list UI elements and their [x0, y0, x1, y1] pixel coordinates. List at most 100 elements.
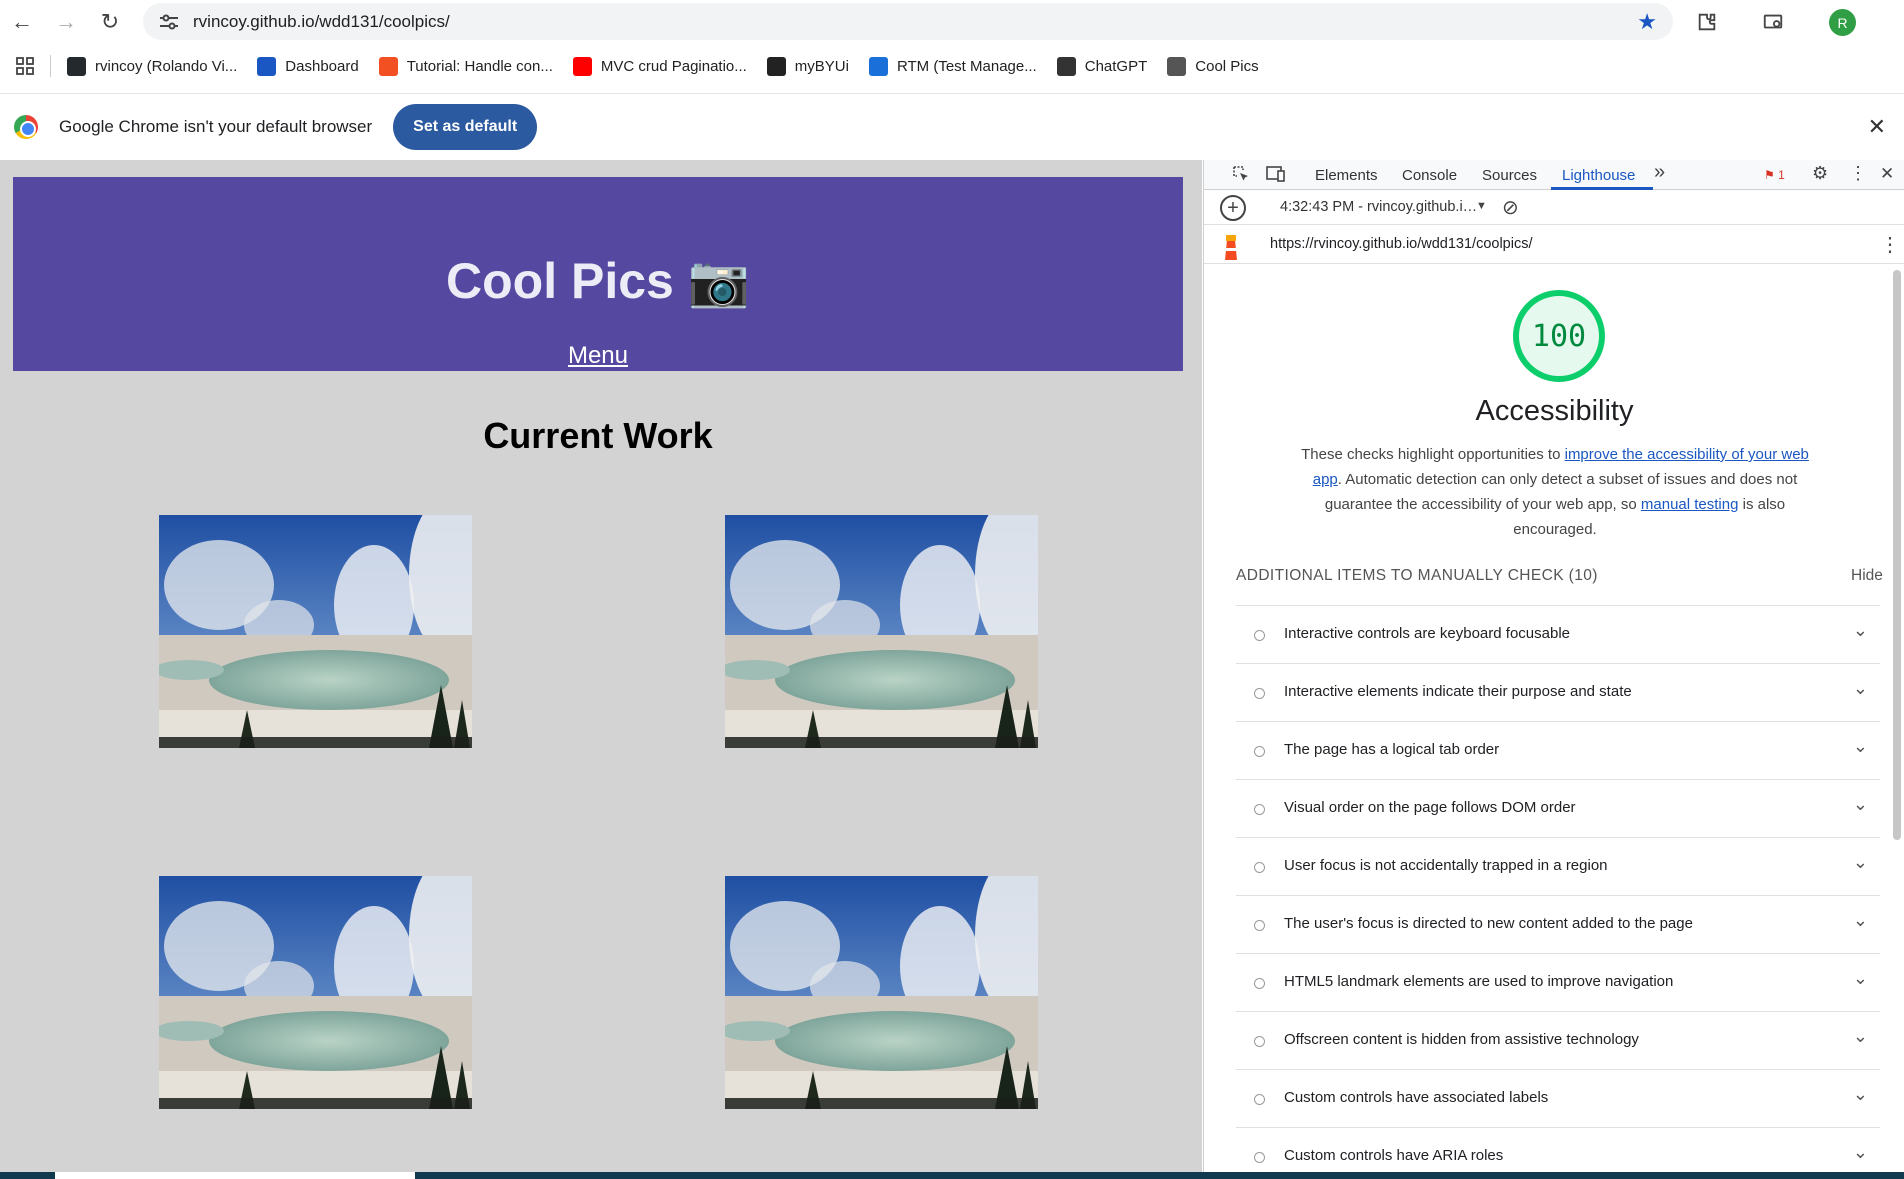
audit-status-icon [1254, 978, 1265, 989]
menu-link[interactable]: Menu [13, 342, 1183, 370]
gallery-image[interactable] [159, 515, 472, 748]
bookmark-item[interactable]: rvincoy (Rolando Vi... [67, 56, 237, 76]
byu-icon [766, 56, 786, 76]
reload-button[interactable]: ↻ [88, 0, 132, 43]
bookmark-item[interactable]: Cool Pics [1167, 56, 1259, 76]
audit-status-icon [1254, 746, 1265, 757]
site-title: Cool Pics 📷 [446, 253, 750, 309]
manual-testing-link[interactable]: manual testing [1641, 496, 1739, 513]
tab-sources[interactable]: Sources [1482, 167, 1537, 184]
close-devtools-icon[interactable]: ✕ [1880, 164, 1894, 184]
score-value: 100 [1531, 318, 1587, 354]
chevron-down-icon[interactable]: ⌄ [1853, 794, 1868, 815]
chevron-down-icon[interactable]: ⌄ [1853, 968, 1868, 989]
tab-elements[interactable]: Elements [1315, 167, 1378, 184]
gallery-image[interactable] [725, 515, 1038, 748]
chevron-down-icon[interactable]: ⌄ [1853, 678, 1868, 699]
chrome-logo-icon [14, 114, 38, 139]
chevron-down-icon[interactable]: ⌄ [1853, 1084, 1868, 1105]
audit-status-icon [1254, 630, 1265, 641]
devtools-scrollbar[interactable] [1893, 270, 1901, 840]
devtools-panel: Elements Console Sources Lighthouse » ⚑ … [1203, 160, 1904, 1172]
bookmark-item[interactable]: MVC crud Paginatio... [572, 56, 747, 76]
profile-avatar[interactable]: R [1829, 9, 1856, 36]
bookmark-label: Dashboard [285, 57, 359, 75]
audit-title: Offscreen content is hidden from assisti… [1284, 1031, 1639, 1048]
hide-toggle[interactable]: Hide [1851, 567, 1883, 585]
back-button[interactable]: ← [0, 0, 44, 43]
audit-status-icon [1254, 1152, 1265, 1163]
audit-status-icon [1254, 804, 1265, 815]
settings-gear-icon[interactable]: ⚙ [1812, 163, 1828, 184]
gallery-image[interactable] [725, 876, 1038, 1109]
bookmark-item[interactable]: Dashboard [257, 56, 359, 76]
geyser-landscape-image [159, 515, 472, 748]
issues-badge[interactable]: ⚑ 1 [1764, 168, 1785, 182]
report-menu-icon[interactable]: ⋮ [1880, 232, 1900, 257]
audit-title: Custom controls have ARIA roles [1284, 1147, 1504, 1164]
audit-title: Interactive controls are keyboard focusa… [1284, 625, 1570, 642]
bookmark-item[interactable]: RTM (Test Manage... [868, 56, 1037, 76]
infobar-message: Google Chrome isn't your default browser [59, 116, 373, 136]
site-settings-icon[interactable] [157, 10, 181, 34]
set-as-default-button[interactable]: Set as default [393, 103, 538, 150]
audit-item[interactable]: HTML5 landmark elements are used to impr… [1236, 953, 1880, 1011]
youtube-icon [572, 56, 592, 76]
geyser-landscape-image [725, 515, 1038, 748]
more-tabs-icon[interactable]: » [1654, 161, 1665, 184]
audit-item[interactable]: Interactive elements indicate their purp… [1236, 663, 1880, 721]
audit-item[interactable]: Offscreen content is hidden from assisti… [1236, 1011, 1880, 1069]
cast-screen-icon[interactable] [1760, 9, 1786, 35]
chevron-down-icon[interactable]: ⌄ [1853, 736, 1868, 757]
bookmark-item[interactable]: ChatGPT [1056, 56, 1147, 76]
chevron-down-icon[interactable]: ⌄ [1853, 910, 1868, 931]
chevron-down-icon[interactable]: ⌄ [1853, 1026, 1868, 1047]
bookmark-star-icon[interactable]: ★ [1637, 9, 1657, 35]
audit-title: Custom controls have associated labels [1284, 1089, 1549, 1106]
audit-item[interactable]: User focus is not accidentally trapped i… [1236, 837, 1880, 895]
gallery-image[interactable] [159, 876, 472, 1109]
tab-console[interactable]: Console [1402, 167, 1457, 184]
audit-item[interactable]: Visual order on the page follows DOM ord… [1236, 779, 1880, 837]
chevron-down-icon[interactable]: ⌄ [1853, 852, 1868, 873]
bookmark-item[interactable]: myBYUi [766, 56, 849, 76]
apps-icon[interactable] [16, 57, 34, 75]
report-select[interactable]: 4:32:43 PM - rvincoy.github.i… [1280, 199, 1477, 215]
audit-item[interactable]: The page has a logical tab order ⌄ [1236, 721, 1880, 779]
audit-title: HTML5 landmark elements are used to impr… [1284, 973, 1674, 990]
inspect-element-icon[interactable] [1232, 165, 1250, 188]
audit-item[interactable]: Interactive controls are keyboard focusa… [1236, 605, 1880, 663]
tab-lighthouse[interactable]: Lighthouse [1562, 167, 1635, 184]
close-infobar-icon[interactable]: ✕ [1868, 114, 1886, 140]
new-report-icon[interactable]: + [1220, 195, 1246, 221]
chatgpt-icon [1056, 56, 1076, 76]
globe-icon [1167, 56, 1187, 76]
bookmarks-divider [50, 55, 51, 77]
bookmark-item[interactable]: Tutorial: Handle con... [378, 56, 553, 76]
audit-item[interactable]: The user's focus is directed to new cont… [1236, 895, 1880, 953]
geyser-landscape-image [159, 876, 472, 1109]
category-title: Accessibility [1475, 395, 1634, 427]
report-url: https://rvincoy.github.io/wdd131/coolpic… [1270, 236, 1533, 252]
site-header: Cool Pics 📷 Menu [13, 177, 1183, 371]
audit-status-icon [1254, 1094, 1265, 1105]
bookmark-label: RTM (Test Manage... [896, 57, 1037, 75]
audit-status-icon [1254, 688, 1265, 699]
more-options-icon[interactable]: ⋮ [1849, 163, 1867, 184]
forward-button[interactable]: → [44, 0, 88, 43]
audit-item[interactable]: Custom controls have associated labels ⌄ [1236, 1069, 1880, 1127]
device-toolbar-icon[interactable] [1266, 165, 1286, 188]
chevron-down-icon[interactable]: ⌄ [1853, 620, 1868, 641]
chevron-down-icon[interactable]: ▼ [1476, 200, 1487, 212]
issues-count: 1 [1778, 168, 1785, 182]
geyser-landscape-image [725, 876, 1038, 1109]
manual-checks-heading: ADDITIONAL ITEMS TO MANUALLY CHECK (10) [1236, 567, 1598, 584]
chevron-down-icon[interactable]: ⌄ [1853, 1142, 1868, 1163]
address-bar[interactable]: rvincoy.github.io/wdd131/coolpics/ ★ [143, 3, 1673, 40]
section-heading: Current Work [483, 415, 713, 456]
score-gauge: 100 [1513, 290, 1605, 382]
lighthouse-toolbar: + 4:32:43 PM - rvincoy.github.i… ▼ ⊘ [1204, 191, 1904, 225]
clear-reports-icon[interactable]: ⊘ [1502, 195, 1519, 220]
rtm-icon [868, 56, 888, 76]
extensions-icon[interactable] [1694, 9, 1720, 35]
